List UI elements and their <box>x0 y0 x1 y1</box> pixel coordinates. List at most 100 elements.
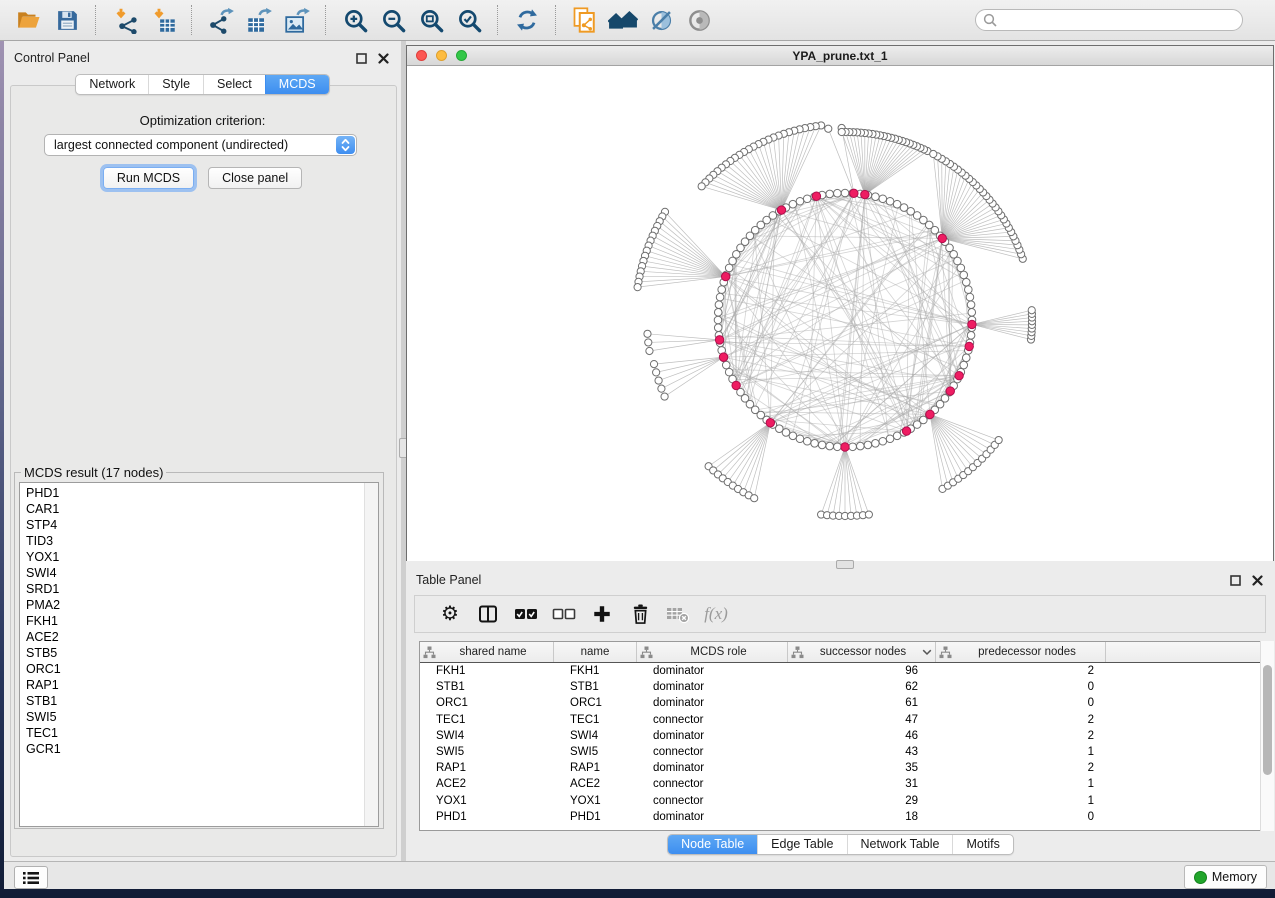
tab-node-table[interactable]: Node Table <box>668 835 757 854</box>
cell-name[interactable]: RAP1 <box>554 762 637 774</box>
cell-successor-nodes[interactable]: 96 <box>788 665 936 677</box>
table-scrollbar-track[interactable] <box>1260 641 1274 831</box>
network-node[interactable] <box>834 443 842 451</box>
network-node[interactable] <box>966 293 974 301</box>
network-mcds-node[interactable] <box>766 419 774 427</box>
network-leaf-node[interactable] <box>838 128 845 135</box>
create-column-button[interactable] <box>583 599 621 629</box>
network-node[interactable] <box>960 361 968 369</box>
show-columns-button[interactable] <box>469 599 507 629</box>
cell-mcds-role[interactable]: dominator <box>637 762 788 774</box>
cell-mcds-role[interactable]: connector <box>637 795 788 807</box>
import-table-button[interactable] <box>148 5 178 35</box>
mcds-result-item[interactable]: TEC1 <box>26 725 378 741</box>
cell-shared-name[interactable]: STB1 <box>420 681 554 693</box>
network-node[interactable] <box>796 435 804 443</box>
network-leaf-node[interactable] <box>1028 307 1035 314</box>
network-mcds-node[interactable] <box>812 192 820 200</box>
cell-predecessor-nodes[interactable]: 2 <box>936 762 1106 774</box>
cell-shared-name[interactable]: ORC1 <box>420 697 554 709</box>
network-node[interactable] <box>834 189 842 197</box>
network-node[interactable] <box>714 309 722 317</box>
delete-column-button[interactable] <box>621 599 659 629</box>
function-builder-button[interactable]: f(x) <box>697 599 735 629</box>
network-node[interactable] <box>826 442 834 450</box>
cell-shared-name[interactable]: FKH1 <box>420 665 554 677</box>
mcds-result-item[interactable]: STB1 <box>26 693 378 709</box>
network-node[interactable] <box>886 197 894 205</box>
network-mcds-node[interactable] <box>719 353 727 361</box>
network-node[interactable] <box>796 197 804 205</box>
zoom-selected-button[interactable] <box>454 5 484 35</box>
network-node[interactable] <box>826 190 834 198</box>
run-mcds-button[interactable]: Run MCDS <box>103 167 194 189</box>
network-mcds-node[interactable] <box>946 387 954 395</box>
cell-predecessor-nodes[interactable]: 1 <box>936 795 1106 807</box>
network-node[interactable] <box>718 286 726 294</box>
column-header-predecessor-nodes[interactable]: predecessor nodes <box>936 642 1106 662</box>
network-node[interactable] <box>967 332 975 340</box>
list-scrollbar-track[interactable] <box>364 483 378 826</box>
table-row[interactable]: SWI4SWI4dominator462 <box>420 728 1262 744</box>
cell-mcds-role[interactable]: connector <box>637 714 788 726</box>
cell-successor-nodes[interactable]: 61 <box>788 697 936 709</box>
table-row[interactable]: SWI5SWI5connector431 <box>420 744 1262 760</box>
open-session-button[interactable] <box>14 5 44 35</box>
network-leaf-node[interactable] <box>646 347 653 354</box>
show-all-networks-button[interactable] <box>608 5 638 35</box>
select-all-button[interactable] <box>507 599 545 629</box>
network-leaf-node[interactable] <box>661 393 668 400</box>
network-node[interactable] <box>893 200 901 208</box>
new-network-from-selection-button[interactable] <box>570 5 600 35</box>
network-node[interactable] <box>967 301 975 309</box>
network-mcds-node[interactable] <box>938 234 946 242</box>
cell-mcds-role[interactable]: dominator <box>637 730 788 742</box>
cell-successor-nodes[interactable]: 47 <box>788 714 936 726</box>
cell-shared-name[interactable]: SWI5 <box>420 746 554 758</box>
float-panel-icon[interactable] <box>353 50 369 66</box>
network-window-titlebar[interactable]: YPA_prune.txt_1 <box>407 46 1273 66</box>
mcds-result-item[interactable]: CAR1 <box>26 501 378 517</box>
network-mcds-node[interactable] <box>721 272 729 280</box>
network-mcds-node[interactable] <box>777 206 785 214</box>
cell-predecessor-nodes[interactable]: 2 <box>936 714 1106 726</box>
close-panel-button[interactable]: Close panel <box>208 167 302 189</box>
network-node[interactable] <box>872 440 880 448</box>
cell-successor-nodes[interactable]: 46 <box>788 730 936 742</box>
toggle-view-button[interactable] <box>684 5 714 35</box>
network-node[interactable] <box>872 193 880 201</box>
cell-name[interactable]: SWI5 <box>554 746 637 758</box>
table-settings-button[interactable]: ⚙ <box>431 599 469 629</box>
cell-shared-name[interactable]: TEC1 <box>420 714 554 726</box>
cell-predecessor-nodes[interactable]: 1 <box>936 746 1106 758</box>
mcds-result-item[interactable]: RAP1 <box>26 677 378 693</box>
network-leaf-node[interactable] <box>751 495 758 502</box>
mcds-result-item[interactable]: GCR1 <box>26 741 378 757</box>
cell-predecessor-nodes[interactable]: 0 <box>936 697 1106 709</box>
float-panel-icon[interactable] <box>1227 572 1243 588</box>
column-header-successor-nodes[interactable]: successor nodes <box>788 642 936 662</box>
close-window-icon[interactable] <box>416 50 427 61</box>
export-image-button[interactable] <box>282 5 312 35</box>
table-row[interactable]: RAP1RAP1dominator352 <box>420 760 1262 776</box>
cell-successor-nodes[interactable]: 31 <box>788 778 936 790</box>
network-mcds-node[interactable] <box>850 189 858 197</box>
column-header-shared-name[interactable]: shared name <box>420 642 554 662</box>
refresh-layout-button[interactable] <box>512 5 542 35</box>
tab-motifs[interactable]: Motifs <box>952 835 1012 854</box>
task-history-button[interactable] <box>14 866 48 889</box>
table-row[interactable]: YOX1YOX1connector291 <box>420 793 1262 809</box>
network-node[interactable] <box>811 440 819 448</box>
save-session-button[interactable] <box>52 5 82 35</box>
network-canvas[interactable] <box>407 66 1273 561</box>
network-node[interactable] <box>965 286 973 294</box>
network-node[interactable] <box>714 324 722 332</box>
network-node[interactable] <box>968 309 976 317</box>
network-mcds-node[interactable] <box>902 427 910 435</box>
network-leaf-node[interactable] <box>653 369 660 376</box>
network-leaf-node[interactable] <box>634 284 641 291</box>
network-mcds-node[interactable] <box>968 320 976 328</box>
cell-mcds-role[interactable]: dominator <box>637 811 788 823</box>
network-node[interactable] <box>962 354 970 362</box>
network-mcds-node[interactable] <box>965 342 973 350</box>
